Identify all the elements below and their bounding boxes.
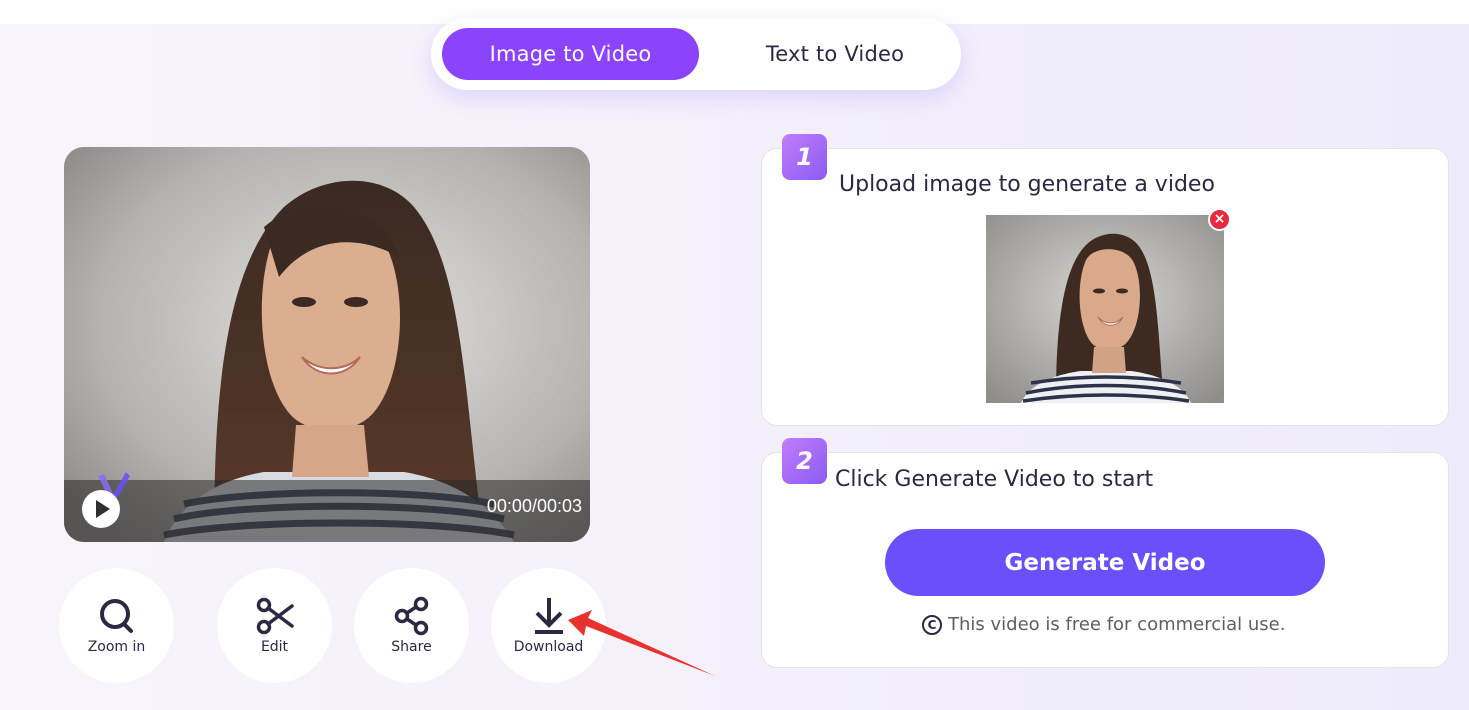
annotation-arrow-icon — [568, 610, 715, 676]
tab-image-to-video[interactable]: Image to Video — [442, 28, 699, 80]
step-1-badge: 1 — [782, 134, 827, 180]
thumbnail-portrait — [986, 215, 1224, 403]
search-icon — [100, 599, 133, 633]
edit-button[interactable]: Edit — [217, 568, 332, 683]
zoom-in-button[interactable]: Zoom in — [59, 568, 174, 683]
scissors-icon — [256, 597, 294, 635]
tab-text-to-video[interactable]: Text to Video — [707, 28, 963, 80]
license-text: This video is free for commercial use. — [948, 614, 1286, 635]
video-time: 00:00/00:03 — [486, 496, 582, 516]
copyright-icon: C — [922, 614, 942, 635]
step-1-title: Upload image to generate a video — [839, 172, 1215, 197]
player-controls: 00:00/00:03 — [64, 472, 590, 542]
share-icon — [394, 596, 429, 636]
license-note: C This video is free for commercial use. — [922, 614, 1285, 635]
close-icon[interactable]: × — [1208, 208, 1231, 231]
share-label: Share — [391, 639, 432, 655]
edit-label: Edit — [260, 639, 289, 655]
zoom-in-label: Zoom in — [87, 639, 146, 655]
uploaded-image-thumbnail[interactable] — [986, 215, 1224, 403]
play-icon[interactable] — [82, 490, 120, 528]
share-button[interactable]: Share — [354, 568, 469, 683]
step-2-badge: 2 — [782, 438, 827, 484]
step-2-title: Click Generate Video to start — [835, 467, 1154, 492]
generate-video-button[interactable]: Generate Video — [885, 529, 1325, 596]
video-player[interactable]: 00:00/00:03 — [64, 147, 590, 542]
mode-tabs: Image to Video Text to Video — [431, 18, 961, 90]
